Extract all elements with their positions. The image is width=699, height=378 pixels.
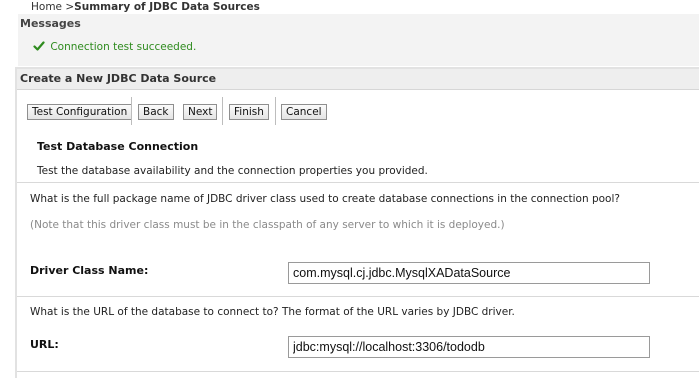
finish-button[interactable]: Finish	[229, 104, 269, 120]
url-question: What is the URL of the database to conne…	[30, 306, 515, 318]
next-button[interactable]: Next	[183, 104, 218, 120]
panel-header: Create a New JDBC Data Source	[17, 69, 699, 90]
breadcrumb-home-link[interactable]: Home	[31, 1, 62, 13]
messages-title: Messages	[20, 17, 81, 30]
driver-class-label: Driver Class Name:	[30, 264, 149, 277]
breadcrumb-current: Summary of JDBC Data Sources	[74, 1, 260, 13]
test-configuration-button[interactable]: Test Configuration	[27, 104, 133, 120]
messages-panel: Messages Connection test succeeded.	[18, 14, 699, 66]
breadcrumb: Home >Summary of JDBC Data Sources	[31, 1, 260, 13]
back-button[interactable]: Back	[138, 104, 174, 120]
panel-title: Create a New JDBC Data Source	[20, 72, 217, 85]
section-title: Test Database Connection	[37, 140, 199, 153]
url-field[interactable]	[288, 336, 650, 358]
divider	[17, 296, 699, 297]
success-message-text: Connection test succeeded.	[50, 41, 197, 53]
check-icon	[33, 40, 45, 52]
breadcrumb-separator: >	[62, 1, 75, 13]
button-separator	[222, 97, 223, 125]
success-message: Connection test succeeded.	[33, 40, 196, 53]
driver-class-field[interactable]	[288, 262, 650, 284]
url-label: URL:	[30, 338, 59, 351]
button-separator	[275, 97, 276, 125]
button-separator	[131, 97, 132, 125]
create-jdbc-panel: Create a New JDBC Data Source Test Confi…	[15, 67, 699, 378]
divider	[17, 182, 699, 183]
cancel-button[interactable]: Cancel	[281, 104, 327, 120]
driver-question: What is the full package name of JDBC dr…	[30, 193, 620, 205]
section-description: Test the database availability and the c…	[37, 165, 428, 177]
divider	[17, 371, 699, 372]
driver-note: (Note that this driver class must be in …	[30, 219, 505, 231]
